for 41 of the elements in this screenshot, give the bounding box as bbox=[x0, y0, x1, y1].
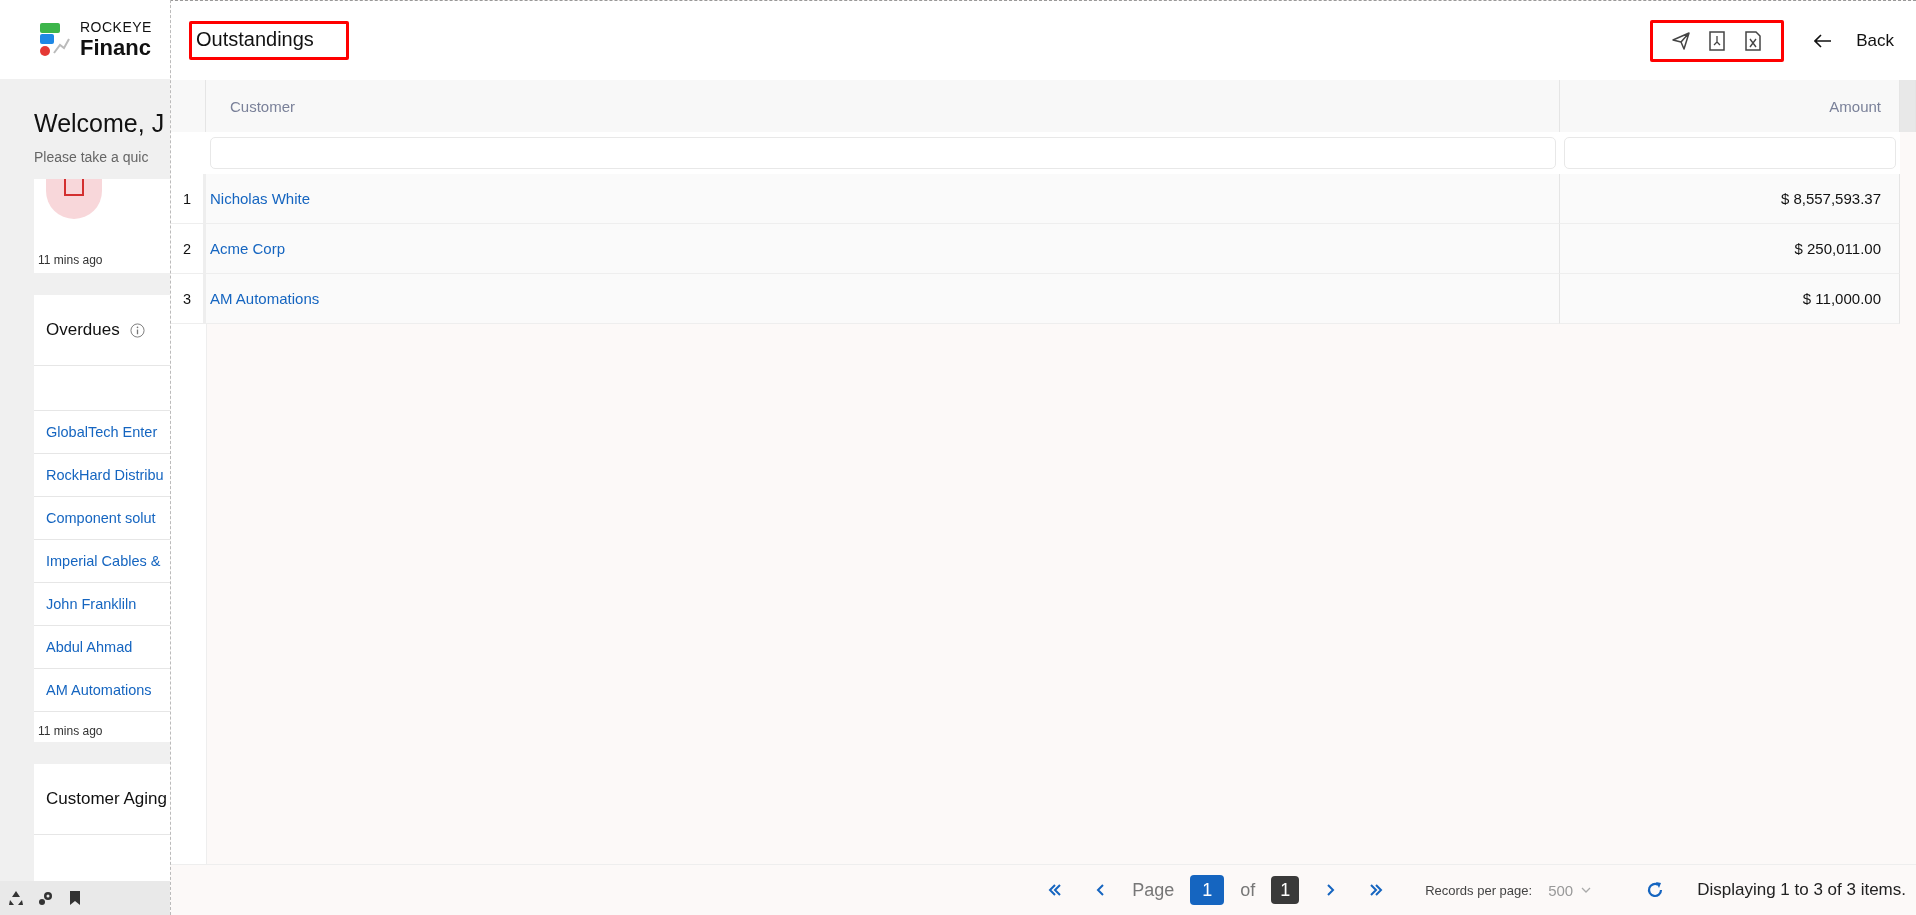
amount-cell: $ 250,011.00 bbox=[1560, 224, 1900, 274]
welcome-heading: Welcome, J bbox=[33, 108, 166, 140]
amount-cell: $ 8,557,593.37 bbox=[1560, 174, 1900, 224]
updated-time: 11 mins ago bbox=[37, 723, 104, 741]
scrollbar[interactable] bbox=[1900, 80, 1916, 132]
double-chevron-right-icon bbox=[1369, 883, 1384, 897]
back-button[interactable]: Back bbox=[1810, 26, 1898, 55]
send-icon bbox=[1671, 30, 1692, 51]
chevron-down-icon bbox=[1581, 887, 1592, 893]
brand-name: ROCKEYE bbox=[80, 18, 152, 35]
double-chevron-left-icon bbox=[1048, 883, 1063, 897]
pdf-file-icon bbox=[1707, 30, 1728, 51]
page-title: Outstandings bbox=[189, 21, 349, 60]
app-name: Financ bbox=[80, 34, 152, 61]
customer-link[interactable]: Nicholas White bbox=[206, 190, 311, 207]
total-pages: 1 bbox=[1271, 876, 1300, 904]
status-text: Displaying 1 to 3 of 3 items. bbox=[1697, 880, 1906, 900]
updated-time: 11 mins ago bbox=[37, 253, 104, 268]
excel-file-icon bbox=[1743, 30, 1764, 51]
info-icon[interactable] bbox=[129, 322, 145, 338]
card-title: Customer Aging bbox=[46, 789, 167, 810]
send-button[interactable] bbox=[1671, 30, 1692, 51]
customer-link[interactable]: Acme Corp bbox=[206, 240, 286, 257]
pdf-file-button[interactable] bbox=[1707, 30, 1728, 51]
row-number: 2 bbox=[171, 224, 206, 274]
excel-file-button[interactable] bbox=[1743, 30, 1764, 51]
records-per-page-label: Records per page: bbox=[1425, 882, 1533, 898]
current-page-field[interactable]: 1 bbox=[1190, 875, 1225, 905]
column-header[interactable]: Amount bbox=[1560, 80, 1900, 132]
column-header[interactable]: Customer bbox=[206, 80, 1560, 132]
logo-icon bbox=[38, 22, 70, 57]
page-label: Page bbox=[1132, 879, 1175, 901]
welcome-subtitle: Please take a quic bbox=[33, 148, 150, 168]
customer-link[interactable]: AM Automations bbox=[206, 290, 320, 307]
row-number: 3 bbox=[171, 274, 206, 324]
amount-cell: $ 11,000.00 bbox=[1560, 274, 1900, 324]
of-label: of bbox=[1240, 879, 1256, 901]
card-title: Overdues bbox=[46, 320, 120, 341]
row-number: 1 bbox=[171, 174, 206, 224]
bookmark-icon[interactable] bbox=[68, 890, 82, 907]
arrow-left-icon bbox=[1814, 33, 1833, 48]
